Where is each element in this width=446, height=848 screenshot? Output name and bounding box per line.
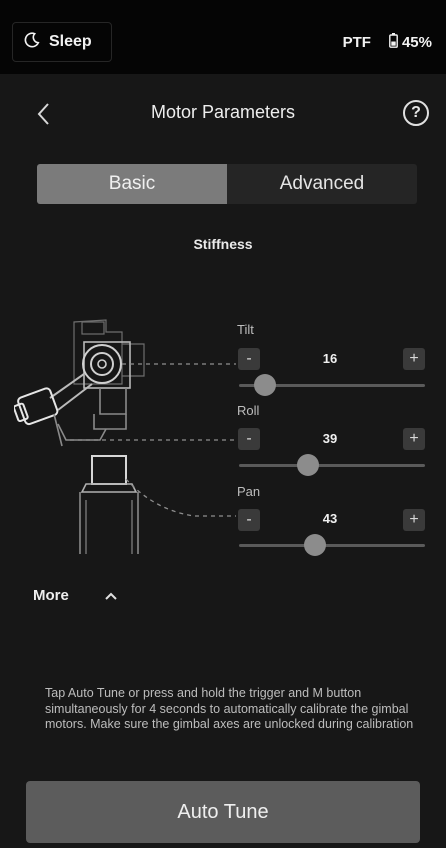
tilt-slider[interactable]: [239, 374, 425, 396]
roll-value: 39: [322, 431, 338, 446]
more-toggle[interactable]: More: [33, 587, 69, 604]
pan-value: 43: [322, 511, 338, 526]
pan-slider-thumb[interactable]: [304, 534, 327, 556]
tilt-increase-button[interactable]: +: [403, 348, 425, 370]
motor-parameters-screen: Motor Parameters ? Basic Advanced Stiffn…: [0, 74, 446, 848]
pan-slider[interactable]: [239, 534, 425, 556]
mode-indicator: PTF: [342, 34, 371, 51]
pan-increase-button[interactable]: +: [403, 509, 425, 531]
tab-basic[interactable]: Basic: [37, 164, 227, 204]
section-title: Stiffness: [193, 236, 253, 252]
auto-tune-button[interactable]: Auto Tune: [26, 781, 420, 843]
roll-label: Roll: [237, 403, 260, 418]
pan-decrease-button[interactable]: -: [238, 509, 260, 531]
tab-advanced[interactable]: Advanced: [227, 164, 417, 204]
sleep-label: Sleep: [49, 33, 92, 50]
tilt-slider-thumb[interactable]: [254, 374, 277, 396]
roll-slider-thumb[interactable]: [296, 454, 319, 476]
tilt-value: 16: [322, 351, 338, 366]
roll-increase-button[interactable]: +: [403, 428, 425, 450]
tilt-label: Tilt: [237, 322, 254, 337]
sleep-button[interactable]: Sleep: [12, 22, 112, 62]
tilt-decrease-button[interactable]: -: [238, 348, 260, 370]
tab-bar: Basic Advanced: [37, 164, 417, 204]
auto-tune-instructions: Tap Auto Tune or press and hold the trig…: [45, 686, 414, 731]
help-button[interactable]: ?: [403, 100, 429, 126]
battery-icon: [389, 33, 398, 52]
roll-slider[interactable]: [239, 454, 425, 476]
battery-status: 45%: [389, 33, 432, 52]
status-bar: Sleep PTF 45%: [0, 0, 446, 74]
moon-icon: [23, 31, 41, 54]
pan-label: Pan: [237, 484, 261, 499]
chevron-up-icon[interactable]: [101, 586, 121, 606]
battery-level: 45%: [401, 34, 432, 51]
roll-decrease-button[interactable]: -: [238, 428, 260, 450]
page-title: Motor Parameters: [150, 102, 296, 122]
gimbal-illustration: [12, 314, 244, 564]
